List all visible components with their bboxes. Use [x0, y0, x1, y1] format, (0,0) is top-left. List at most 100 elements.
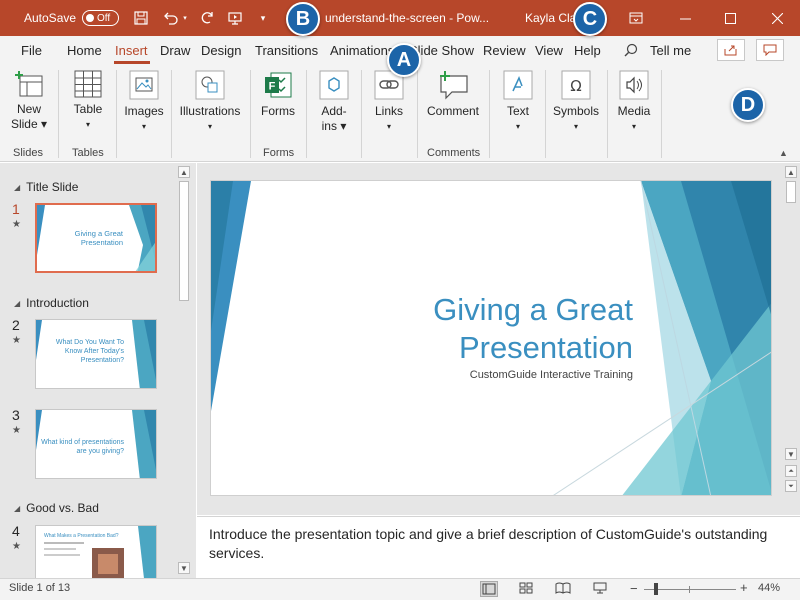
zoom-level[interactable]: 44%: [758, 582, 780, 594]
collapse-ribbon-icon[interactable]: ▲: [779, 148, 788, 158]
separator: [58, 70, 59, 158]
separator: [171, 70, 172, 158]
slide-sorter-icon[interactable]: [518, 581, 536, 597]
share-button[interactable]: [717, 39, 745, 61]
add-ins-button[interactable]: Add- ins ▾: [313, 70, 355, 134]
tab-draw[interactable]: Draw: [160, 43, 190, 58]
zoom-in-icon[interactable]: +: [740, 580, 748, 595]
scroll-up-icon[interactable]: ▲: [178, 166, 190, 178]
slide-subtitle[interactable]: CustomGuide Interactive Training: [470, 369, 633, 381]
thumb-line: What Makes a Presentation Bad?: [44, 533, 119, 539]
tab-help[interactable]: Help: [574, 43, 601, 58]
section-title: Title Slide: [26, 180, 79, 194]
comment-label: Comment: [426, 104, 479, 118]
images-label: Images: [124, 104, 164, 118]
illustrations-button[interactable]: Illustrations ▾: [176, 70, 244, 134]
tab-insert[interactable]: Insert: [115, 43, 148, 58]
main-slide[interactable]: Giving a Great Presentation CustomGuide …: [210, 180, 772, 496]
zoom-out-icon[interactable]: −: [630, 581, 638, 596]
comment-button[interactable]: Comment: [424, 70, 482, 119]
speaker-notes[interactable]: Introduce the presentation topic and giv…: [209, 525, 769, 563]
slide-thumbnail-4[interactable]: What Makes a Presentation Bad?: [35, 525, 157, 578]
autosave-toggle[interactable]: Off: [82, 10, 119, 26]
thumbnails-scrollbar[interactable]: ▲ ▼: [177, 165, 191, 577]
animation-star-icon: ★: [12, 541, 21, 552]
slide-thumbnail-2[interactable]: What Do You Want To Know After Today's Pre…: [35, 319, 157, 389]
user-name[interactable]: Kayla Cla: [525, 11, 575, 25]
tab-transitions[interactable]: Transitions: [255, 43, 318, 58]
table-button[interactable]: Table ▾: [66, 70, 110, 132]
minimize-icon[interactable]: [670, 0, 700, 36]
save-icon[interactable]: [130, 0, 152, 36]
callout-c: C: [573, 2, 607, 36]
tell-me-search[interactable]: Tell me: [650, 43, 691, 58]
undo-icon[interactable]: [160, 0, 182, 36]
slide-title[interactable]: Giving a Great Presentation: [433, 291, 633, 367]
normal-view-icon[interactable]: [480, 581, 498, 597]
tab-view[interactable]: View: [535, 43, 563, 58]
section-title: Introduction: [26, 296, 89, 310]
zoom-slider-thumb[interactable]: [654, 583, 658, 595]
previous-slide-icon[interactable]: ⏶: [785, 465, 797, 477]
undo-dropdown-icon[interactable]: ▾: [181, 0, 189, 36]
group-label-forms: Forms: [263, 147, 295, 159]
slide-thumbnail-1[interactable]: Giving a Great Presentation: [35, 203, 157, 273]
tab-review[interactable]: Review: [483, 43, 526, 58]
forms-button[interactable]: F Forms: [256, 70, 300, 119]
add-ins-label-2: ins ▾: [321, 119, 347, 133]
next-slide-icon[interactable]: ⏷: [785, 480, 797, 492]
new-slide-button[interactable]: New Slide ▾: [8, 70, 50, 132]
close-icon[interactable]: [762, 0, 792, 36]
maximize-icon[interactable]: [715, 0, 745, 36]
tab-home[interactable]: Home: [67, 43, 102, 58]
share-icon: [724, 45, 737, 56]
separator: [306, 70, 307, 158]
tab-design[interactable]: Design: [201, 43, 241, 58]
add-ins-icon: [319, 70, 349, 100]
images-button[interactable]: Images ▾: [122, 70, 166, 134]
thumb-line: Presentation?: [80, 357, 124, 364]
ribbon-insert: New Slide ▾ Slides Table ▾ Tables Images…: [0, 64, 800, 162]
reading-view-icon[interactable]: [555, 581, 573, 597]
scroll-down-icon[interactable]: ▼: [178, 562, 190, 574]
comments-button[interactable]: [756, 39, 784, 61]
slide-thumbnail-3[interactable]: What kind of presentations are you giving…: [35, 409, 157, 479]
scroll-up-icon[interactable]: ▲: [785, 166, 797, 178]
section-header[interactable]: ◢ Title Slide: [14, 180, 78, 194]
slide-title-line: Presentation: [458, 330, 633, 365]
section-header[interactable]: ◢ Introduction: [14, 296, 89, 310]
text-button[interactable]: Text ▾: [496, 70, 540, 134]
symbols-button[interactable]: Ω Symbols ▾: [550, 70, 602, 134]
toggle-knob: [86, 14, 94, 22]
redo-icon[interactable]: [196, 0, 218, 36]
collapse-section-icon: ◢: [14, 298, 21, 308]
symbols-label: Symbols: [552, 104, 599, 118]
collapse-section-icon: ◢: [14, 503, 21, 513]
editor-scrollbar[interactable]: ▲ ▼ ⏶ ⏷: [784, 165, 798, 495]
slide-show-icon[interactable]: [592, 581, 610, 597]
separator: [361, 70, 362, 158]
zoom-center-tick: [689, 586, 690, 593]
scroll-down-icon[interactable]: ▼: [785, 448, 797, 460]
section-header[interactable]: ◢ Good vs. Bad: [14, 501, 99, 515]
tab-file[interactable]: File: [21, 43, 42, 58]
thumb-line: Presentation: [80, 238, 123, 247]
table-icon: [74, 70, 102, 98]
animation-star-icon: ★: [12, 425, 21, 436]
links-button[interactable]: Links ▾: [367, 70, 411, 134]
slide-thumbnails-pane[interactable]: ◢ Title Slide 1 ★ Giving a Great Presentat…: [0, 163, 196, 578]
add-ins-label-1: Add-: [321, 104, 347, 118]
new-slide-label-2: Slide ▾: [10, 117, 48, 131]
notes-pane[interactable]: Introduce the presentation topic and giv…: [197, 516, 800, 578]
customize-qat-icon[interactable]: ▾: [256, 0, 270, 36]
section-title: Good vs. Bad: [26, 501, 99, 515]
svg-text:Ω: Ω: [570, 77, 581, 95]
tab-animations[interactable]: Animations: [330, 43, 394, 58]
scroll-thumb[interactable]: [179, 181, 189, 301]
scroll-thumb[interactable]: [786, 181, 796, 203]
ribbon-display-options-icon[interactable]: [624, 0, 648, 36]
media-button[interactable]: Media ▾: [612, 70, 656, 134]
start-from-beginning-icon[interactable]: [224, 0, 246, 36]
svg-text:F: F: [269, 81, 276, 93]
thumb-line: Giving a Great: [74, 229, 123, 238]
